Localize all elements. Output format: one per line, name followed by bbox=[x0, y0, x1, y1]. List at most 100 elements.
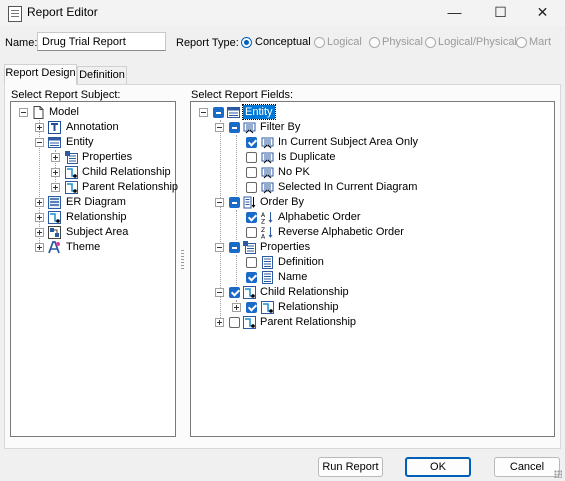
filter-icon bbox=[261, 137, 274, 149]
resize-grip-icon[interactable] bbox=[554, 470, 562, 478]
order-by-checkbox[interactable] bbox=[229, 197, 240, 208]
conceptual-radio-label[interactable]: Conceptual bbox=[255, 36, 311, 48]
parent-relationship-icon bbox=[243, 316, 256, 329]
alphabetic-order-checkbox[interactable] bbox=[246, 212, 257, 223]
physical-radio[interactable] bbox=[369, 37, 380, 48]
order-icon bbox=[243, 196, 256, 209]
cancel-button[interactable]: Cancel bbox=[494, 457, 560, 477]
report-name-input[interactable] bbox=[37, 32, 166, 51]
logical-physical-radio[interactable] bbox=[425, 37, 436, 48]
is-duplicate-checkbox[interactable] bbox=[246, 152, 257, 163]
name-label: Name: bbox=[5, 37, 38, 49]
collapse-toggle[interactable] bbox=[19, 108, 28, 117]
field-node-label: Filter By bbox=[260, 121, 301, 133]
conceptual-radio[interactable] bbox=[241, 37, 252, 48]
field-node-label: Entity bbox=[242, 104, 276, 120]
collapse-toggle[interactable] bbox=[35, 138, 44, 147]
logical-radio-label[interactable]: Logical bbox=[327, 36, 362, 48]
expand-toggle[interactable] bbox=[35, 228, 44, 237]
run-report-button[interactable]: Run Report bbox=[318, 457, 383, 477]
name-checkbox[interactable] bbox=[246, 272, 257, 283]
expand-toggle[interactable] bbox=[35, 213, 44, 222]
tab-report-design[interactable]: Report Design bbox=[4, 64, 77, 85]
logical-physical-radio-label[interactable]: Logical/Physical bbox=[438, 36, 517, 48]
field-node-label: Properties bbox=[260, 241, 311, 253]
child-relationship-icon bbox=[243, 286, 256, 299]
expand-toggle[interactable] bbox=[35, 243, 44, 252]
field-node-label: In Current Subject Area Only bbox=[278, 136, 419, 148]
collapse-toggle[interactable] bbox=[215, 288, 224, 297]
child-relationship-checkbox[interactable] bbox=[229, 287, 240, 298]
theme-icon bbox=[48, 241, 60, 254]
sort-az-icon: AZ bbox=[261, 212, 273, 225]
er-diagram-icon bbox=[48, 196, 61, 209]
selected-in-current-diagram-checkbox[interactable] bbox=[246, 182, 257, 193]
subject-pane-label: Select Report Subject: bbox=[11, 89, 121, 101]
entity-checkbox[interactable] bbox=[213, 107, 224, 118]
field-node-label: Order By bbox=[260, 196, 305, 208]
physical-radio-label[interactable]: Physical bbox=[382, 36, 423, 48]
no-pk-checkbox[interactable] bbox=[246, 167, 257, 178]
subject-tree[interactable]: Model Annotation Entity Properties Child… bbox=[10, 101, 179, 437]
field-node-label: Reverse Alphabetic Order bbox=[278, 226, 404, 238]
filter-by-checkbox[interactable] bbox=[229, 122, 240, 133]
tree-node-label: Child Relationship bbox=[82, 166, 171, 178]
tree-node-label: Entity bbox=[66, 136, 94, 148]
expand-toggle[interactable] bbox=[51, 183, 60, 192]
properties-checkbox[interactable] bbox=[229, 242, 240, 253]
field-node-label: Alphabetic Order bbox=[278, 211, 361, 223]
child-relationship-icon bbox=[65, 166, 78, 179]
in-current-subject-area-only-checkbox[interactable] bbox=[246, 137, 257, 148]
entity-table-icon bbox=[227, 107, 240, 118]
relationship-checkbox[interactable] bbox=[246, 302, 257, 313]
report-type-label: Report Type: bbox=[176, 37, 239, 49]
tree-node-label: Relationship bbox=[66, 211, 127, 223]
tree-node-label: Parent Relationship bbox=[82, 181, 179, 193]
properties-icon bbox=[243, 241, 256, 254]
collapse-toggle[interactable] bbox=[199, 108, 208, 117]
tree-node-label: Theme bbox=[66, 241, 101, 253]
expand-toggle[interactable] bbox=[35, 123, 44, 132]
tab-definition[interactable]: Definition bbox=[77, 66, 127, 84]
filter-icon bbox=[261, 167, 274, 179]
tree-node-label: ER Diagram bbox=[66, 196, 126, 208]
field-node-label: Child Relationship bbox=[260, 286, 349, 298]
expand-toggle[interactable] bbox=[51, 168, 60, 177]
definition-checkbox[interactable] bbox=[246, 257, 257, 268]
tree-node-label: Annotation bbox=[66, 121, 119, 133]
logical-radio[interactable] bbox=[314, 37, 325, 48]
mart-radio-label[interactable]: Mart bbox=[529, 36, 551, 48]
close-button[interactable]: ✕ bbox=[520, 0, 565, 26]
parent-relationship-checkbox[interactable] bbox=[229, 317, 240, 328]
subject-area-icon bbox=[48, 226, 61, 239]
reverse-alphabetic-order-checkbox[interactable] bbox=[246, 227, 257, 238]
ok-button[interactable]: OK bbox=[405, 457, 471, 477]
collapse-toggle[interactable] bbox=[215, 243, 224, 252]
filter-icon bbox=[261, 152, 274, 164]
collapse-toggle[interactable] bbox=[215, 123, 224, 132]
tree-node-label: Properties bbox=[82, 151, 133, 163]
field-node-label: No PK bbox=[278, 166, 310, 178]
relationship-icon bbox=[48, 211, 61, 224]
minimize-button[interactable]: — bbox=[432, 0, 477, 26]
mart-radio[interactable] bbox=[516, 37, 527, 48]
tree-node-label: Subject Area bbox=[66, 226, 129, 238]
properties-icon bbox=[65, 151, 78, 164]
expand-toggle[interactable] bbox=[35, 198, 44, 207]
tree-node-label: Model bbox=[49, 106, 79, 118]
collapse-toggle[interactable] bbox=[215, 198, 224, 207]
field-node-label: Is Duplicate bbox=[278, 151, 336, 163]
fields-tree[interactable]: Entity Filter By In Current Subject Area… bbox=[190, 101, 555, 437]
filter-icon bbox=[261, 182, 274, 194]
expand-toggle[interactable] bbox=[232, 303, 241, 312]
field-icon bbox=[262, 271, 273, 284]
field-node-label: Definition bbox=[278, 256, 324, 268]
field-node-label: Relationship bbox=[278, 301, 339, 313]
svg-text:Z: Z bbox=[261, 219, 265, 225]
relationship-icon bbox=[261, 301, 274, 314]
expand-toggle[interactable] bbox=[215, 318, 224, 327]
fields-pane-label: Select Report Fields: bbox=[191, 89, 294, 101]
expand-toggle[interactable] bbox=[51, 153, 60, 162]
maximize-button[interactable]: ☐ bbox=[478, 0, 523, 26]
pane-splitter[interactable] bbox=[181, 250, 184, 270]
